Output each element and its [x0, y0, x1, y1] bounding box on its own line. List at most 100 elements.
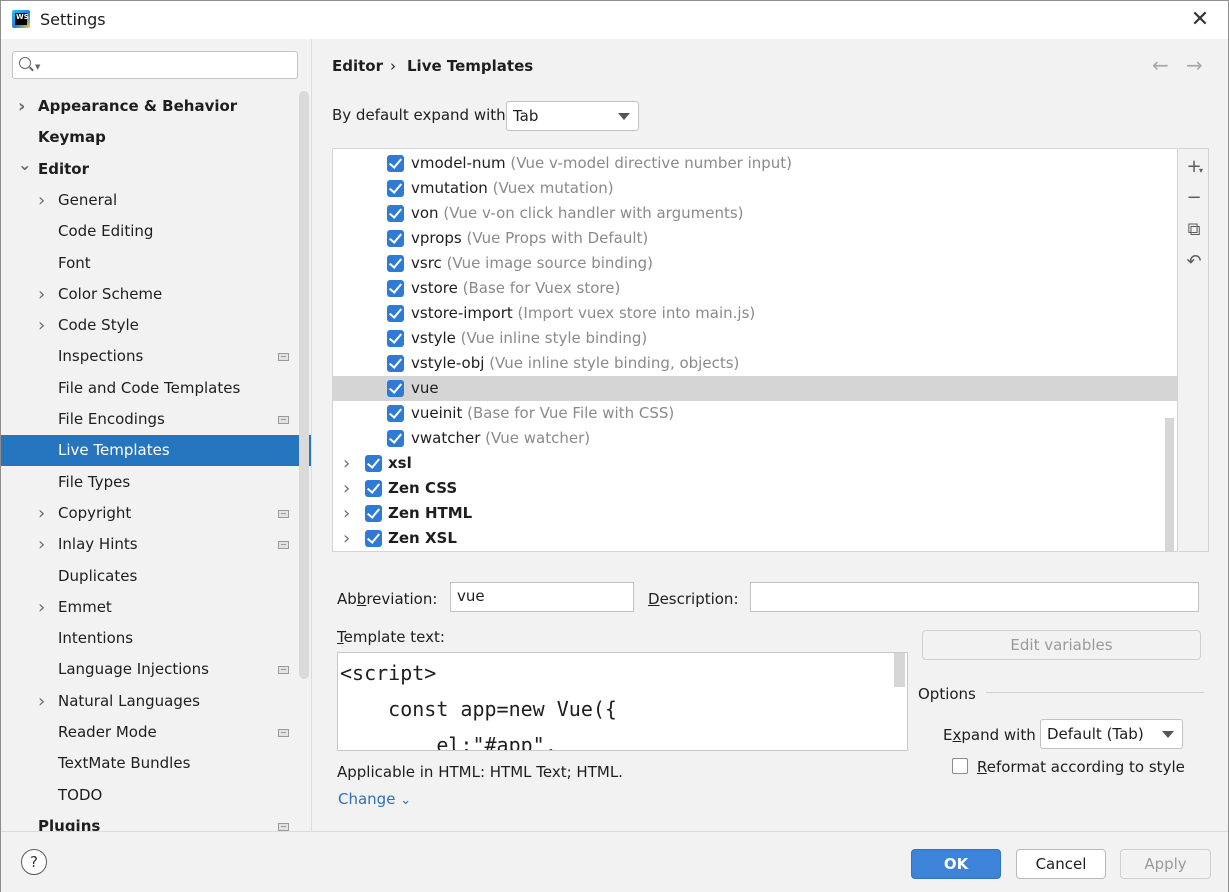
group-enabled-checkbox[interactable]: [365, 480, 382, 497]
chevron-right-icon[interactable]: ›: [38, 498, 45, 529]
default-expand-dropdown[interactable]: Tab: [506, 101, 639, 131]
chevron-right-icon[interactable]: ›: [343, 476, 350, 501]
template-enabled-checkbox[interactable]: [387, 155, 404, 172]
edit-variables-button[interactable]: Edit variables: [922, 630, 1201, 660]
sidebar-item-code-editing[interactable]: Code Editing: [1, 216, 311, 247]
ok-button[interactable]: OK: [911, 849, 1001, 879]
cancel-button[interactable]: Cancel: [1016, 849, 1106, 879]
chevron-right-icon[interactable]: ›: [38, 310, 45, 341]
sidebar-item-general[interactable]: › General: [1, 185, 311, 216]
group-enabled-checkbox[interactable]: [365, 530, 382, 547]
template-row[interactable]: vstore (Base for Vuex store): [333, 276, 1177, 301]
sidebar-item-language-injections[interactable]: Language Injections: [1, 654, 311, 685]
sidebar-item-reader-mode[interactable]: Reader Mode: [1, 717, 311, 748]
template-enabled-checkbox[interactable]: [387, 205, 404, 222]
template-group-row[interactable]: › Zen HTML: [333, 501, 1177, 526]
template-text-editor[interactable]: <script> const app=new Vue({ el:"#app",: [337, 652, 908, 751]
sidebar-item-todo[interactable]: TODO: [1, 780, 311, 811]
template-row[interactable]: vstyle-obj (Vue inline style binding, ob…: [333, 351, 1177, 376]
remove-template-button[interactable]: −: [1179, 184, 1209, 212]
template-row[interactable]: vstore-import (Import vuex store into ma…: [333, 301, 1177, 326]
undo-icon: ↶: [1186, 251, 1202, 272]
sidebar-item-inspections[interactable]: Inspections: [1, 341, 311, 372]
restore-defaults-button[interactable]: ↶: [1179, 248, 1209, 276]
search-input[interactable]: ▼: [12, 51, 298, 79]
chevron-down-icon[interactable]: ⌄: [18, 149, 31, 180]
sidebar-item-natural-languages[interactable]: › Natural Languages: [1, 686, 311, 717]
sidebar-item-inlay-hints[interactable]: › Inlay Hints: [1, 529, 311, 560]
chevron-right-icon[interactable]: ›: [343, 451, 350, 476]
copy-template-button[interactable]: ⧉: [1179, 216, 1209, 244]
sidebar-item-file-and-code-templates[interactable]: File and Code Templates: [1, 373, 311, 404]
group-enabled-checkbox[interactable]: [365, 505, 382, 522]
sidebar-item-font[interactable]: Font: [1, 248, 311, 279]
template-enabled-checkbox[interactable]: [387, 355, 404, 372]
chevron-right-icon[interactable]: ›: [38, 686, 45, 717]
reformat-label[interactable]: Reformat according to style: [977, 758, 1185, 776]
template-enabled-checkbox[interactable]: [387, 305, 404, 322]
chevron-right-icon[interactable]: ›: [38, 592, 45, 623]
help-button[interactable]: ?: [21, 849, 47, 875]
sidebar-item-keymap[interactable]: Keymap: [1, 122, 311, 153]
chevron-right-icon[interactable]: ›: [343, 526, 350, 551]
abbreviation-field[interactable]: vue: [450, 582, 634, 612]
chevron-right-icon[interactable]: ›: [343, 501, 350, 526]
sidebar-item-copyright[interactable]: › Copyright: [1, 498, 311, 529]
group-enabled-checkbox[interactable]: [365, 455, 382, 472]
minus-icon: −: [1186, 187, 1202, 208]
template-row[interactable]: vueinit (Base for Vue File with CSS): [333, 401, 1177, 426]
templates-list-scrollbar[interactable]: [1165, 418, 1174, 551]
template-enabled-checkbox[interactable]: [387, 280, 404, 297]
template-row[interactable]: vmutation (Vuex mutation): [333, 176, 1177, 201]
expand-with-dropdown[interactable]: Default (Tab): [1040, 719, 1183, 749]
sidebar-item-textmate-bundles[interactable]: TextMate Bundles: [1, 748, 311, 779]
sidebar-scrollbar[interactable]: [299, 91, 309, 679]
template-enabled-checkbox[interactable]: [387, 405, 404, 422]
chevron-right-icon[interactable]: ›: [38, 279, 45, 310]
sidebar-item-appearance-behavior[interactable]: › Appearance & Behavior: [1, 91, 311, 122]
template-enabled-checkbox[interactable]: [387, 255, 404, 272]
template-enabled-checkbox[interactable]: [387, 380, 404, 397]
template-row[interactable]: vue: [333, 376, 1177, 401]
breadcrumb-parent[interactable]: Editor: [332, 57, 383, 75]
template-enabled-checkbox[interactable]: [387, 330, 404, 347]
sidebar-item-file-encodings[interactable]: File Encodings: [1, 404, 311, 435]
sidebar-item-intentions[interactable]: Intentions: [1, 623, 311, 654]
sidebar-item-plugins[interactable]: Plugins: [1, 811, 311, 831]
template-text-scrollbar[interactable]: [894, 653, 905, 687]
sidebar-item-color-scheme[interactable]: › Color Scheme: [1, 279, 311, 310]
template-row[interactable]: vsrc (Vue image source binding): [333, 251, 1177, 276]
template-group-row[interactable]: › xsl: [333, 451, 1177, 476]
apply-button[interactable]: Apply: [1120, 849, 1211, 879]
search-options-chevron-icon[interactable]: ▼: [35, 63, 40, 71]
back-arrow-icon[interactable]: ←: [1152, 53, 1169, 77]
chevron-right-icon[interactable]: ›: [38, 185, 45, 216]
forward-arrow-icon[interactable]: →: [1186, 53, 1203, 77]
sidebar-item-emmet[interactable]: › Emmet: [1, 592, 311, 623]
change-contexts-link[interactable]: Change ⌄: [338, 790, 411, 808]
template-row[interactable]: vwatcher (Vue watcher): [333, 426, 1177, 451]
expand-with-label: Expand with: [943, 726, 1036, 744]
close-icon[interactable]: ✕: [1187, 7, 1213, 33]
template-group-row[interactable]: › Zen CSS: [333, 476, 1177, 501]
template-enabled-checkbox[interactable]: [387, 430, 404, 447]
template-row[interactable]: vprops (Vue Props with Default): [333, 226, 1177, 251]
template-row[interactable]: von (Vue v-on click handler with argumen…: [333, 201, 1177, 226]
options-separator: [986, 692, 1204, 693]
chevron-right-icon[interactable]: ›: [18, 91, 25, 122]
template-enabled-checkbox[interactable]: [387, 180, 404, 197]
sidebar-item-file-types[interactable]: File Types: [1, 467, 311, 498]
description-field[interactable]: [750, 582, 1199, 612]
sidebar-item-code-style[interactable]: › Code Style: [1, 310, 311, 341]
template-group-row[interactable]: › Zen XSL: [333, 526, 1177, 551]
template-row[interactable]: vstyle (Vue inline style binding): [333, 326, 1177, 351]
template-row[interactable]: vmodel-num (Vue v-model directive number…: [333, 151, 1177, 176]
reformat-checkbox[interactable]: [952, 758, 968, 774]
chevron-right-icon[interactable]: ›: [38, 529, 45, 560]
sidebar-item-editor[interactable]: ⌄ Editor: [1, 154, 311, 185]
add-template-button[interactable]: + ▾: [1179, 153, 1209, 181]
template-label: vue: [411, 376, 439, 401]
template-enabled-checkbox[interactable]: [387, 230, 404, 247]
sidebar-item-live-templates[interactable]: Live Templates: [1, 435, 311, 466]
sidebar-item-duplicates[interactable]: Duplicates: [1, 561, 311, 592]
